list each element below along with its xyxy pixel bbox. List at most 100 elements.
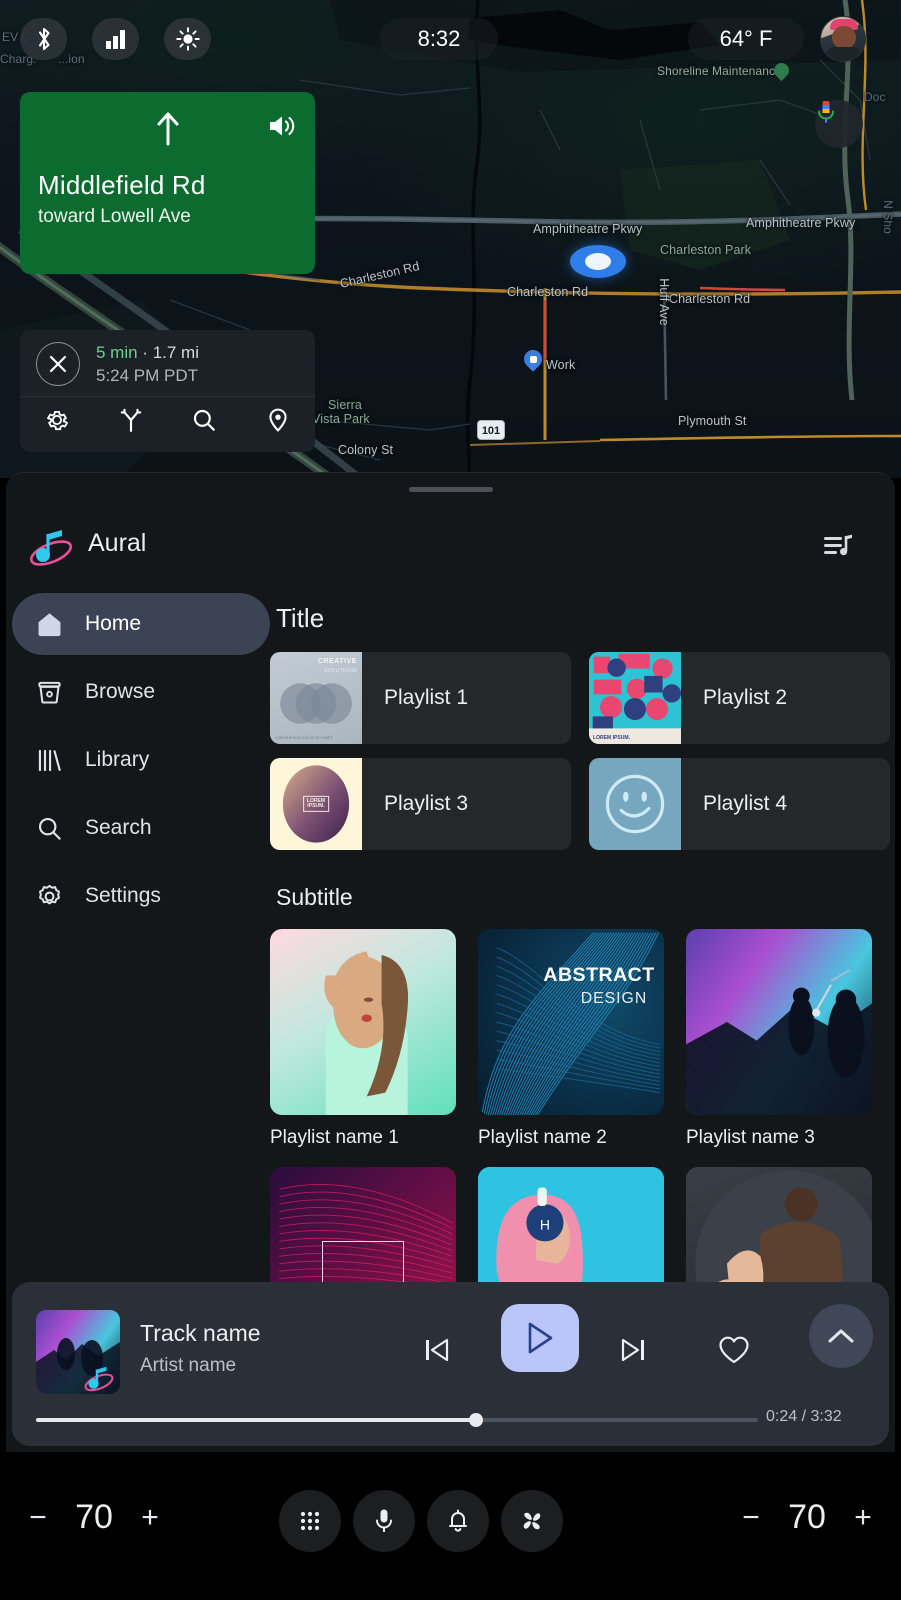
map-label: Vista Park	[312, 412, 370, 426]
playback-progress-slider[interactable]	[36, 1413, 758, 1427]
place-pin-icon[interactable]	[241, 407, 315, 433]
left-volume-value: 70	[75, 1498, 113, 1536]
playlist-card[interactable]: LOREM IPSUM. Playlist 3	[270, 758, 571, 850]
apps-grid-icon[interactable]	[279, 1490, 341, 1552]
now-playing-artist: Artist name	[140, 1355, 237, 1376]
brightness-icon[interactable]	[164, 18, 211, 60]
app-title: Aural	[88, 529, 147, 557]
fan-icon[interactable]	[501, 1490, 563, 1552]
sidebar-item-label: Search	[85, 816, 152, 839]
sidebar-item-label: Settings	[85, 884, 161, 907]
aural-music-note-logo	[26, 523, 76, 573]
eta-duration: 5 min	[96, 342, 138, 362]
playlist-card-label: Playlist 4	[703, 792, 788, 815]
eta-arrival-time: 5:24 PM PDT	[96, 365, 199, 385]
system-icon-row	[279, 1490, 563, 1552]
chevron-up-icon[interactable]	[809, 1304, 873, 1368]
route-shield-101: 101	[477, 420, 505, 440]
eta-distance-row: 5 min · 1.7 mi	[96, 343, 199, 363]
playlist-card-label: Playlist 1	[384, 686, 469, 709]
bluetooth-icon[interactable]	[20, 18, 67, 60]
close-icon[interactable]	[36, 342, 80, 386]
status-bar: 8:32 64° F	[0, 0, 901, 78]
temperature-display: 64° F	[688, 18, 804, 60]
system-bar: − 70 + − 70 +	[0, 1452, 901, 1600]
playlist-card-row: LOREM IPSUM. Playlist 3 Playlist 4	[270, 758, 890, 850]
microphone-icon[interactable]	[353, 1490, 415, 1552]
now-playing-track-title: Track name	[140, 1320, 261, 1346]
gear-icon	[36, 883, 63, 910]
progress-knob[interactable]	[469, 1413, 484, 1427]
playlist-card-row: CREATIVE SOLUTIONS LOREM IPSUM DOLOR SIT…	[270, 652, 890, 744]
clock: 8:32	[380, 18, 498, 60]
section-subtitle: Subtitle	[276, 884, 353, 910]
sidebar-item-browse[interactable]: Browse	[12, 661, 270, 723]
now-playing-bar: Track name Artist name	[12, 1282, 889, 1446]
sidebar-item-search[interactable]: Search	[12, 797, 270, 859]
straight-arrow-icon	[153, 110, 183, 151]
right-volume-value: 70	[788, 1498, 826, 1536]
left-volume-control: − 70 +	[18, 1498, 170, 1537]
playlist-artwork	[589, 758, 681, 850]
map-label: Doc	[864, 90, 886, 104]
playlist-tile-label: Playlist name 3	[686, 1127, 815, 1148]
playlist-tile-label: Playlist name 1	[270, 1127, 399, 1148]
library-icon	[36, 747, 63, 774]
car-infotainment-screen: EV C Charg. ...ion Shoreline Maintenance Doc…	[0, 0, 901, 1600]
skip-previous-icon[interactable]	[424, 1336, 450, 1369]
right-volume-decrease[interactable]: −	[731, 1501, 771, 1535]
nav-street-name: Middlefield Rd	[38, 170, 206, 200]
volume-on-icon[interactable]	[267, 113, 295, 144]
left-volume-increase[interactable]: +	[130, 1501, 170, 1535]
signal-bars-icon[interactable]	[92, 18, 139, 60]
playlist-tile[interactable]: Playlist name 1	[270, 929, 456, 1149]
map-label: N Sho	[880, 200, 895, 234]
right-volume-increase[interactable]: +	[843, 1501, 883, 1535]
playlist-artwork: LOREM IPSUM.	[270, 758, 362, 850]
sidebar-item-settings[interactable]: Settings	[12, 865, 270, 927]
sidebar-item-label: Home	[85, 612, 142, 635]
playlist-tile[interactable]: Playlist name 3	[686, 929, 872, 1149]
sidebar-item-label: Browse	[85, 680, 156, 703]
sidebar-item-home[interactable]: Home	[12, 593, 270, 655]
playlist-card[interactable]: Playlist 4	[589, 758, 890, 850]
progress-fill	[36, 1418, 477, 1422]
navigation-instruction-card[interactable]: Middlefield Rd toward Lowell Ave	[20, 92, 315, 274]
playlist-artwork	[686, 929, 872, 1115]
sidebar-item-label: Library	[85, 748, 150, 771]
playlist-card[interactable]: LOREM IPSUM. Playlist 2	[589, 652, 890, 744]
queue-music-icon[interactable]	[823, 533, 853, 564]
settings-icon[interactable]	[20, 407, 94, 433]
sidebar: Home Browse Library Search Settings	[12, 593, 270, 933]
eta-separator: ·	[137, 342, 153, 362]
playlist-tile[interactable]: ABSTRACT DESIGN Playlist name 2	[478, 929, 664, 1149]
panel-drag-handle[interactable]	[408, 487, 493, 492]
map-label: Amphitheatre Pkwy	[533, 222, 643, 236]
playlist-artwork: ABSTRACT DESIGN	[478, 929, 664, 1115]
assistant-mic-icon[interactable]	[815, 100, 863, 148]
work-place-pin[interactable]	[524, 350, 542, 374]
skip-next-icon[interactable]	[620, 1336, 646, 1369]
map-label: Work	[546, 358, 576, 372]
heart-outline-icon[interactable]	[718, 1335, 750, 1370]
eta-action-row	[20, 396, 315, 442]
playlist-card-grid: CREATIVE SOLUTIONS LOREM IPSUM DOLOR SIT…	[270, 652, 890, 850]
route-alternatives-icon[interactable]	[94, 407, 168, 433]
playlist-card-label: Playlist 2	[703, 686, 788, 709]
play-button[interactable]	[501, 1304, 579, 1372]
left-volume-decrease[interactable]: −	[18, 1501, 58, 1535]
playlist-card[interactable]: CREATIVE SOLUTIONS LOREM IPSUM DOLOR SIT…	[270, 652, 571, 744]
nav-toward-text: toward Lowell Ave	[38, 206, 191, 227]
playlist-artwork: LOREM IPSUM.	[589, 652, 681, 744]
sidebar-item-library[interactable]: Library	[12, 729, 270, 791]
bell-icon[interactable]	[427, 1490, 489, 1552]
section-title: Title	[276, 603, 325, 633]
now-playing-album-art[interactable]	[36, 1310, 120, 1394]
map-label: Charleston Rd	[669, 292, 751, 306]
svg-text:H: H	[540, 1216, 550, 1232]
home-icon	[36, 611, 63, 638]
avatar[interactable]	[820, 16, 866, 62]
search-icon[interactable]	[168, 407, 242, 433]
right-volume-control: − 70 +	[731, 1498, 883, 1537]
map-label: Huff Ave	[656, 278, 671, 326]
